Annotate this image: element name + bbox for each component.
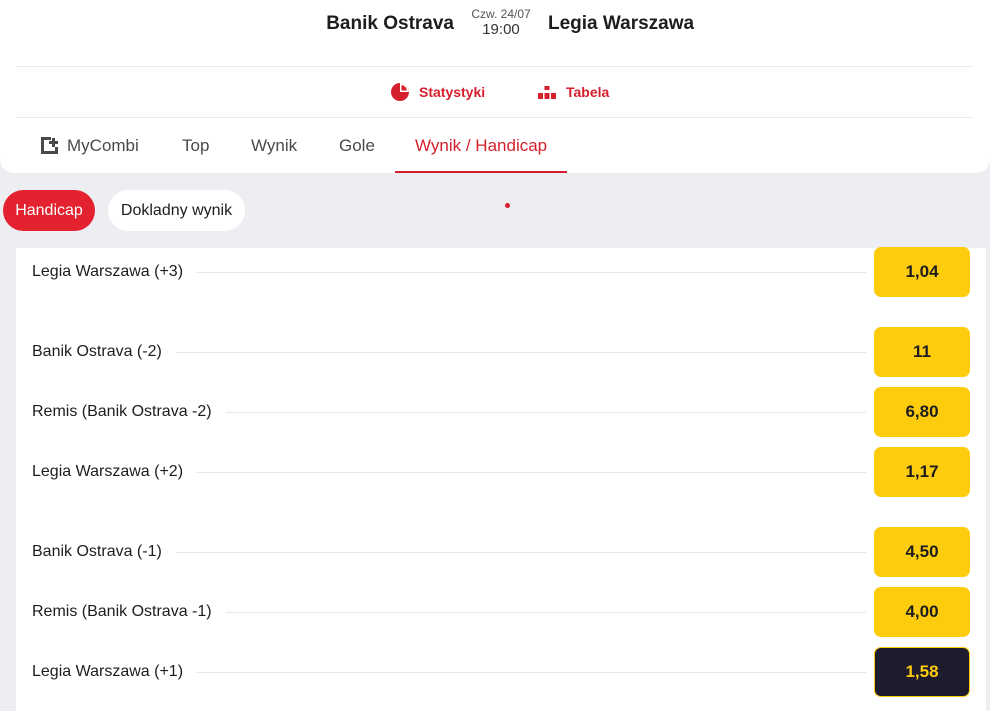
tab-top[interactable]: Top [182,118,209,173]
odds-button[interactable]: 1,17 [874,447,970,497]
table-link-label: Tabela [566,84,610,100]
match-links: Statystyki Tabela [0,80,990,104]
tab-mycombi-label: MyCombi [67,135,139,155]
market-label: Remis (Banik Ostrava -2) [32,403,226,421]
odds-button-selected[interactable]: 1,58 [874,647,970,697]
tab-wynik-handicap[interactable]: Wynik / Handicap [394,118,568,173]
table-link[interactable]: Tabela [537,82,609,102]
chip-dokladny-wynik[interactable]: Dokladny wynik [108,190,245,231]
add-combi-icon [41,136,58,154]
away-team: Legia Warszawa [548,13,695,34]
indicator-dot [505,203,510,208]
market-label: Remis (Banik Ostrava -1) [32,603,226,621]
podium-icon [538,86,556,99]
stats-link-label: Statystyki [419,84,486,100]
tab-top-label: Top [182,135,210,155]
match-header-card: Banik Ostrava Czw. 24/07 19:00 Legia War… [0,0,990,173]
match-datetime: Czw. 24/07 19:00 [466,7,536,39]
market-label: Legia Warszawa (+3) [32,263,198,281]
odds-button[interactable]: 1,04 [874,247,970,297]
match-time: 19:00 [482,21,520,38]
stats-link[interactable]: Statystyki [390,82,485,102]
market-label: Banik Ostrava (-1) [32,543,176,561]
tab-wynik-handicap-label: Wynik / Handicap [415,135,548,155]
market-row: Legia Warszawa (+3) 1,04 [16,247,986,297]
tab-wynik[interactable]: Wynik [251,118,297,173]
market-label: Banik Ostrava (-2) [32,343,176,361]
market-label: Legia Warszawa (+2) [32,463,198,481]
pie-chart-icon [391,83,409,101]
header-divider [16,66,974,67]
odds-button[interactable]: 4,50 [874,527,970,577]
tab-gole-label: Gole [339,135,375,155]
odds-button[interactable]: 6,80 [874,387,970,437]
match-info: Banik Ostrava Czw. 24/07 19:00 Legia War… [0,0,990,66]
market-row: Legia Warszawa (+1) 1,58 [16,647,986,697]
market-row: Remis (Banik Ostrava -1) 4,00 [16,587,986,637]
market-row: Remis (Banik Ostrava -2) 6,80 [16,387,986,437]
market-row: Legia Warszawa (+2) 1,17 [16,447,986,497]
odds-button[interactable]: 4,00 [874,587,970,637]
tab-mycombi[interactable]: MyCombi [38,118,139,173]
market-row: Banik Ostrava (-1) 4,50 [16,527,986,577]
odds-button[interactable]: 11 [874,327,970,377]
home-team: Banik Ostrava [326,13,454,34]
market-tabs: MyCombi Top Wynik Gole Wynik / Handicap [0,118,990,173]
match-date: Czw. 24/07 [471,7,531,21]
tab-wynik-label: Wynik [251,135,298,155]
submarket-chips: Handicap Dokladny wynik [0,190,990,231]
chip-handicap[interactable]: Handicap [3,190,95,231]
market-label: Legia Warszawa (+1) [32,663,198,681]
market-row: Banik Ostrava (-2) 11 [16,327,986,377]
market-list: Legia Warszawa (+3) 1,04 Banik Ostrava (… [16,247,986,711]
tab-gole[interactable]: Gole [339,118,375,173]
